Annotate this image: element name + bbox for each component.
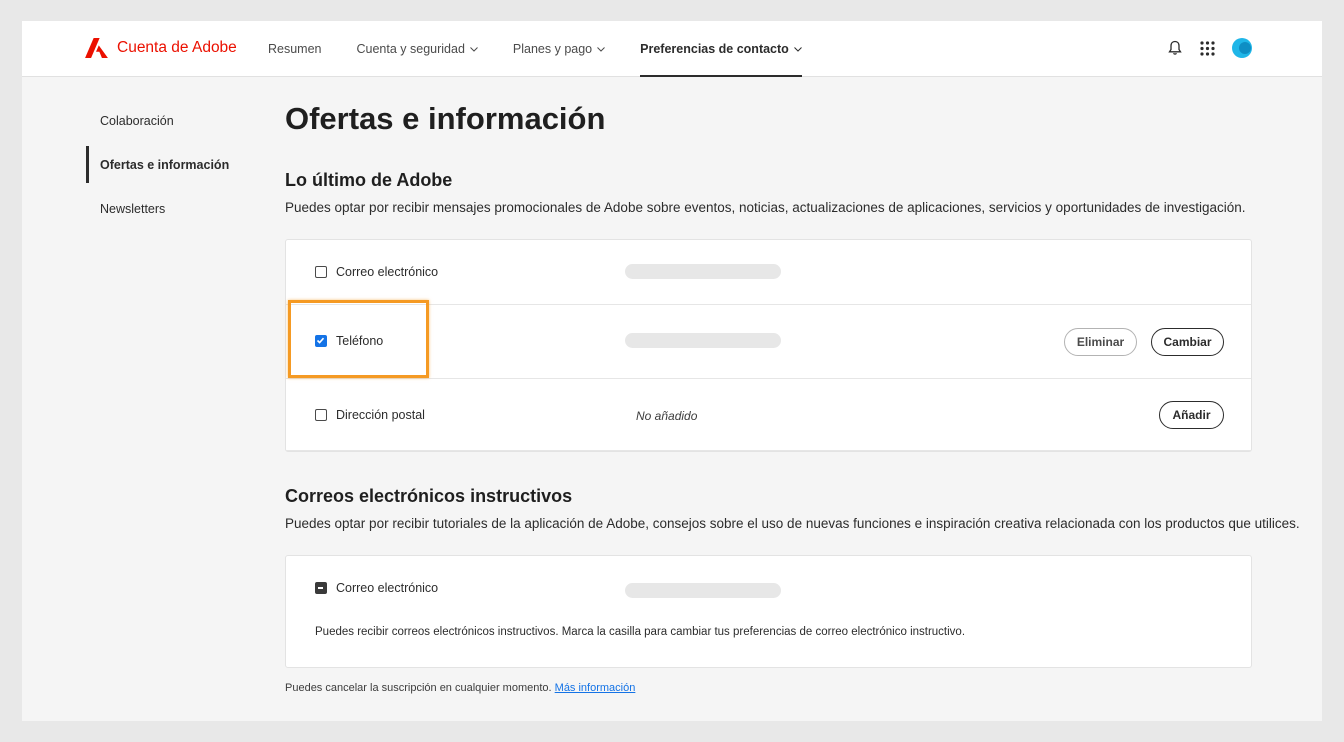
main-nav: Resumen Cuenta y seguridad Planes y pago…	[268, 21, 837, 77]
footer-text: Puedes cancelar la suscripción en cualqu…	[285, 682, 552, 694]
row-label: Correo electrónico	[336, 581, 439, 595]
chevron-down-icon	[597, 46, 605, 52]
section-description-instructional: Puedes optar por recibir tutoriales de l…	[285, 516, 1300, 531]
section-description-latest: Puedes optar por recibir mensajes promoc…	[285, 200, 1246, 215]
sidebar-item-colaboracion[interactable]: Colaboración	[86, 102, 236, 139]
preference-row-email: Correo electrónico	[286, 240, 1251, 305]
sidebar-item-newsletters[interactable]: Newsletters	[86, 190, 236, 227]
brand-name: Cuenta de Adobe	[117, 39, 237, 56]
nav-item-label: Planes y pago	[512, 42, 593, 56]
remove-phone-button[interactable]: Eliminar	[1064, 328, 1137, 356]
instructional-info-text: Puedes recibir correos electrónicos inst…	[315, 626, 966, 638]
top-navigation-bar: Cuenta de Adobe Resumen Cuenta y segurid…	[22, 21, 1322, 77]
sidebar-item-label: Newsletters	[100, 201, 166, 216]
hidden-value-bar	[625, 583, 781, 598]
preference-row-phone: Teléfono Eliminar Cambiar	[286, 305, 1251, 379]
nav-item-preferencias-contacto[interactable]: Preferencias de contacto	[640, 21, 802, 77]
change-phone-button[interactable]: Cambiar	[1151, 328, 1224, 356]
footer-note: Puedes cancelar la suscripción en cualqu…	[285, 682, 635, 694]
hidden-value-bar	[625, 264, 781, 279]
sidebar-item-label: Colaboración	[100, 113, 174, 128]
sidebar-item-ofertas[interactable]: Ofertas e información	[86, 146, 236, 183]
avatar[interactable]	[1232, 38, 1252, 58]
instructional-email-checkbox[interactable]	[315, 582, 327, 594]
apps-grid-icon[interactable]	[1198, 39, 1216, 57]
checkmark-icon	[316, 337, 325, 344]
hidden-value-bar	[625, 333, 781, 348]
nav-item-label: Preferencias de contacto	[640, 42, 789, 56]
header-actions	[1166, 38, 1252, 58]
add-postal-button[interactable]: Añadir	[1159, 401, 1224, 429]
row-label: Dirección postal	[336, 408, 425, 422]
nav-item-planes-pago[interactable]: Planes y pago	[513, 21, 605, 77]
email-checkbox[interactable]	[315, 266, 327, 278]
page-title: Ofertas e información	[285, 101, 606, 136]
adobe-logo-icon	[85, 38, 108, 58]
sidebar-item-label: Ofertas e información	[100, 157, 230, 172]
nav-item-label: Cuenta y seguridad	[356, 42, 465, 56]
chevron-down-icon	[793, 46, 802, 52]
latest-preferences-card: Correo electrónico Teléfono Eliminar Cam…	[285, 239, 1252, 452]
brand[interactable]: Cuenta de Adobe	[85, 38, 237, 58]
nav-item-resumen[interactable]: Resumen	[268, 21, 322, 77]
sidebar: Colaboración Ofertas e información Newsl…	[86, 102, 236, 234]
preference-row-postal: Dirección postal No añadido Añadir	[286, 379, 1251, 451]
chevron-down-icon	[470, 46, 478, 52]
row-label: Teléfono	[336, 334, 384, 348]
bell-icon[interactable]	[1166, 39, 1184, 57]
nav-item-label: Resumen	[268, 42, 322, 56]
section-title-instructional: Correos electrónicos instructivos	[285, 486, 573, 506]
learn-more-link[interactable]: Más información	[555, 682, 636, 694]
page-frame: Cuenta de Adobe Resumen Cuenta y segurid…	[22, 21, 1322, 721]
instructional-card: Correo electrónico Puedes recibir correo…	[285, 555, 1252, 668]
nav-item-cuenta-seguridad[interactable]: Cuenta y seguridad	[357, 21, 478, 77]
row-label: Correo electrónico	[336, 265, 439, 279]
section-title-latest: Lo último de Adobe	[285, 170, 453, 190]
postal-checkbox[interactable]	[315, 409, 327, 421]
postal-value: No añadido	[636, 409, 698, 423]
phone-checkbox[interactable]	[315, 335, 327, 347]
